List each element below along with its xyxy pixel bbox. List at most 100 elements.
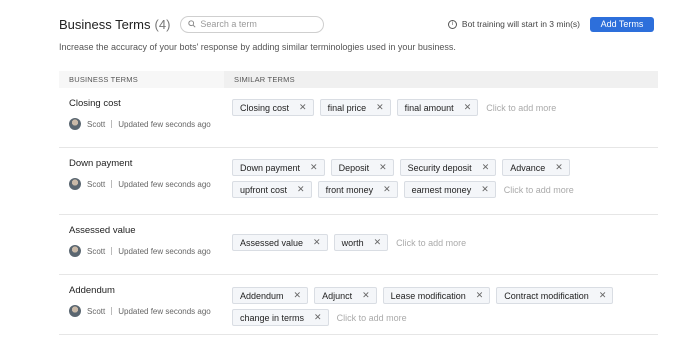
similar-term-chip[interactable]: earnest money ✕: [403, 181, 496, 198]
chip-label: upfront cost: [240, 184, 288, 195]
chip-label: Adjunct: [322, 290, 353, 301]
table-row: Addendum Scott Updated few seconds ago Adde…: [59, 275, 658, 335]
updated-time: Updated few seconds ago: [118, 306, 211, 316]
divider: [111, 120, 113, 128]
add-more-link[interactable]: Click to add more: [486, 99, 556, 116]
similar-term-chip[interactable]: Deposit ✕: [330, 159, 394, 176]
divider: [111, 247, 113, 255]
similar-term-chip[interactable]: Closing cost ✕: [232, 99, 314, 116]
business-terms-page: Business Terms (4) i Bot training will s…: [0, 0, 691, 351]
similar-term-chip[interactable]: Assessed value ✕: [232, 234, 328, 251]
similar-term-chip[interactable]: Adjunct ✕: [314, 287, 377, 304]
terms-table: BUSINESS TERMS SIMILAR TERMS Closing cos…: [59, 71, 658, 335]
close-icon[interactable]: ✕: [476, 290, 484, 301]
similar-term-chip[interactable]: Lease modification ✕: [382, 287, 491, 304]
add-more-link[interactable]: Click to add more: [504, 181, 574, 198]
term-cell: Assessed value Scott Updated few seconds a…: [59, 215, 224, 274]
similar-term-chip[interactable]: Advance ✕: [502, 159, 570, 176]
updated-time: Updated few seconds ago: [118, 119, 211, 129]
similar-term-chip[interactable]: upfront cost ✕: [232, 181, 312, 198]
chip-label: final price: [327, 102, 367, 113]
updated-time: Updated few seconds ago: [118, 246, 211, 256]
author-name: Scott: [87, 179, 106, 189]
avatar: [69, 178, 81, 190]
term-meta: Scott Updated few seconds ago: [69, 118, 224, 130]
add-more-link[interactable]: Click to add more: [337, 309, 407, 326]
avatar: [69, 305, 81, 317]
updated-time: Updated few seconds ago: [118, 179, 211, 189]
close-icon[interactable]: ✕: [294, 290, 302, 301]
term-name: Addendum: [69, 285, 115, 296]
similar-term-chip[interactable]: Contract modification ✕: [496, 287, 614, 304]
term-meta: Scott Updated few seconds ago: [69, 245, 224, 257]
table-header: BUSINESS TERMS SIMILAR TERMS: [59, 71, 658, 88]
search-icon: [188, 20, 196, 28]
divider: [111, 180, 113, 188]
search-box[interactable]: [180, 15, 325, 33]
similar-terms-cell: Down payment ✕ Deposit ✕ Security deposit ✕ Ad…: [224, 148, 658, 214]
page-title: Business Terms: [59, 16, 151, 32]
info-icon: i: [447, 19, 457, 29]
add-terms-button[interactable]: Add Terms: [590, 16, 654, 32]
chip-label: final amount: [404, 102, 454, 113]
close-icon[interactable]: ✕: [362, 290, 370, 301]
close-icon[interactable]: ✕: [379, 162, 387, 173]
close-icon[interactable]: ✕: [314, 312, 322, 323]
term-meta: Scott Updated few seconds ago: [69, 178, 224, 190]
similar-terms-cell: Addendum ✕ Adjunct ✕ Lease modification ✕ Cont…: [224, 275, 658, 334]
close-icon[interactable]: ✕: [310, 162, 318, 173]
similar-term-chip[interactable]: Down payment ✕: [232, 159, 325, 176]
close-icon[interactable]: ✕: [482, 162, 490, 173]
divider: [111, 307, 113, 315]
close-icon[interactable]: ✕: [299, 102, 307, 113]
table-row: Closing cost Scott Updated few seconds ago…: [59, 88, 658, 148]
close-icon[interactable]: ✕: [464, 102, 472, 113]
close-icon[interactable]: ✕: [374, 237, 382, 248]
description: Increase the accuracy of your bots' resp…: [59, 42, 456, 52]
close-icon[interactable]: ✕: [376, 102, 384, 113]
column-business-terms: BUSINESS TERMS: [59, 71, 224, 88]
term-count: (4): [154, 16, 171, 32]
term-name: Down payment: [69, 158, 133, 169]
chip-label: Assessed value: [240, 237, 304, 248]
close-icon[interactable]: ✕: [599, 290, 607, 301]
similar-term-chip[interactable]: worth ✕: [333, 234, 389, 251]
term-name: Assessed value: [69, 225, 136, 236]
term-meta: Scott Updated few seconds ago: [69, 305, 224, 317]
chip-label: front money: [325, 184, 374, 195]
similar-term-chip[interactable]: Addendum ✕: [232, 287, 309, 304]
term-name: Closing cost: [69, 98, 121, 109]
chip-label: Security deposit: [407, 162, 472, 173]
avatar: [69, 118, 81, 130]
similar-term-chip[interactable]: final price ✕: [319, 99, 391, 116]
chip-label: Contract modification: [504, 290, 589, 301]
close-icon[interactable]: ✕: [383, 184, 391, 195]
term-cell: Down payment Scott Updated few seconds ago: [59, 148, 224, 214]
column-similar-terms: SIMILAR TERMS: [234, 75, 295, 84]
table-row: Down payment Scott Updated few seconds ago…: [59, 148, 658, 215]
add-more-link[interactable]: Click to add more: [396, 234, 466, 251]
close-icon[interactable]: ✕: [555, 162, 563, 173]
chip-label: earnest money: [411, 184, 472, 195]
training-notice: i Bot training will start in 3 min(s): [447, 19, 580, 29]
chip-label: worth: [341, 237, 364, 248]
similar-term-chip[interactable]: final amount ✕: [396, 99, 479, 116]
similar-term-chip[interactable]: Security deposit ✕: [399, 159, 497, 176]
table-body: Closing cost Scott Updated few seconds ago…: [59, 88, 658, 335]
chip-label: Deposit: [338, 162, 370, 173]
close-icon[interactable]: ✕: [313, 237, 321, 248]
chip-label: Advance: [510, 162, 546, 173]
similar-term-chip[interactable]: change in terms ✕: [232, 309, 329, 326]
similar-term-chip[interactable]: front money ✕: [317, 181, 398, 198]
term-cell: Addendum Scott Updated few seconds ago: [59, 275, 224, 334]
search-input[interactable]: [200, 19, 311, 29]
chip-label: Addendum: [240, 290, 284, 301]
similar-terms-cell: Assessed value ✕ worth ✕ Click to add more: [224, 215, 658, 274]
table-row: Assessed value Scott Updated few seconds a…: [59, 215, 658, 275]
close-icon[interactable]: ✕: [481, 184, 489, 195]
close-icon[interactable]: ✕: [297, 184, 305, 195]
author-name: Scott: [87, 119, 106, 129]
author-name: Scott: [87, 246, 106, 256]
training-notice-text: Bot training will start in 3 min(s): [461, 19, 580, 29]
chip-label: Closing cost: [240, 102, 290, 113]
